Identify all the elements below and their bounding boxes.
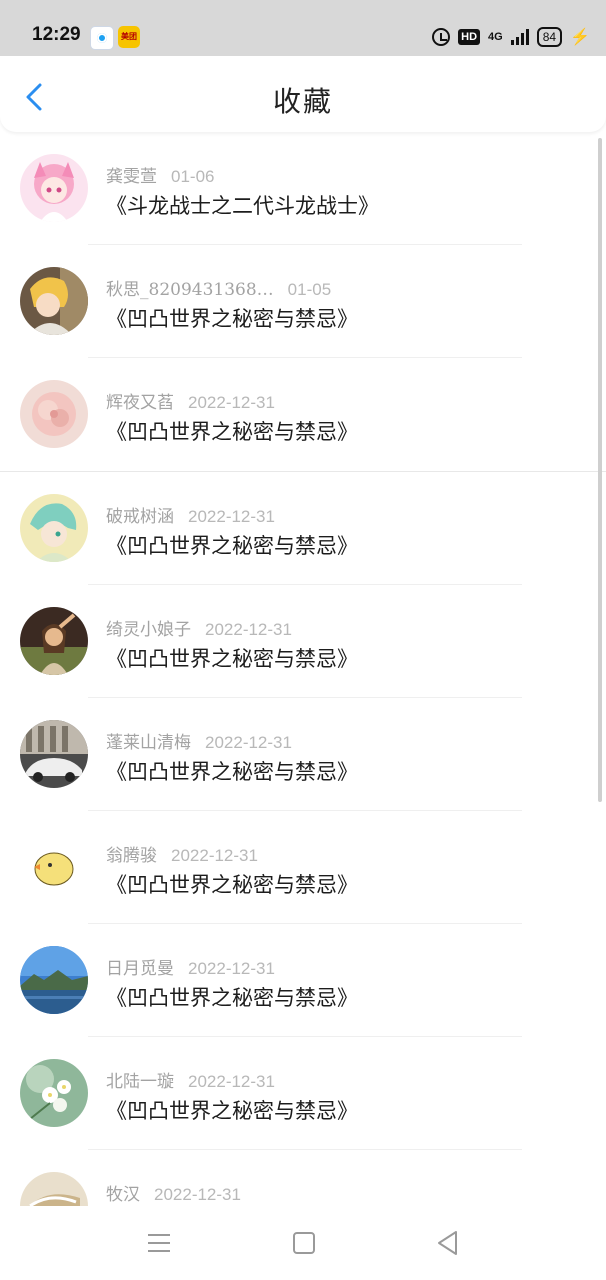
- favorite-date: 2022-12-31: [188, 959, 275, 978]
- list-item[interactable]: 翁腾骏 2022-12-31 《凹凸世界之秘密与禁忌》: [0, 811, 606, 924]
- username: 北陆一璇: [106, 1072, 174, 1092]
- user-meta: 辉夜又萏 2022-12-31: [106, 388, 275, 413]
- hd-icon: HD: [458, 29, 481, 45]
- page-title: 收藏: [272, 85, 333, 118]
- book-title[interactable]: 《凹凸世界之秘密与禁忌》: [106, 530, 358, 560]
- list-item[interactable]: 蓬莱山清梅 2022-12-31 《凹凸世界之秘密与禁忌》: [0, 698, 606, 811]
- list-item[interactable]: 北陆一璇 2022-12-31 《凹凸世界之秘密与禁忌》: [0, 1037, 606, 1150]
- user-meta: 蓬莱山清梅 2022-12-31: [106, 728, 292, 753]
- list-item[interactable]: 破戒树涵 2022-12-31 《凹凸世界之秘密与禁忌》: [0, 472, 606, 585]
- alarm-icon: [432, 28, 451, 46]
- book-title[interactable]: 《凹凸世界之秘密与禁忌》: [106, 303, 358, 333]
- battery-icon: 84: [536, 27, 563, 47]
- book-title[interactable]: 《凹凸世界之秘密与禁忌》: [106, 416, 358, 446]
- username: 秋思_8209431368…: [106, 280, 274, 300]
- username: 牧汉: [106, 1185, 140, 1205]
- username: 破戒树涵: [106, 507, 174, 527]
- scrollbar[interactable]: [598, 138, 602, 802]
- menu-icon[interactable]: [148, 1234, 170, 1252]
- status-time: 12:29: [32, 24, 81, 45]
- user-meta: 翁腾骏 2022-12-31: [106, 841, 258, 866]
- user-meta: 龚雯萱 01-06: [106, 162, 215, 187]
- list-item[interactable]: 牧汉 2022-12-31: [0, 1150, 606, 1206]
- avatar: [20, 833, 88, 901]
- avatar: [20, 720, 88, 788]
- favorite-date: 2022-12-31: [188, 393, 275, 412]
- avatar: [20, 267, 88, 335]
- status-icons: HD 4G 84 ⚡: [432, 26, 590, 48]
- avatar: [20, 607, 88, 675]
- list-item[interactable]: 辉夜又萏 2022-12-31 《凹凸世界之秘密与禁忌》: [0, 358, 606, 472]
- username: 辉夜又萏: [106, 393, 174, 413]
- username: 绮灵小娘子: [106, 620, 191, 640]
- user-meta: 秋思_8209431368… 01-05: [106, 275, 332, 300]
- avatar: [20, 494, 88, 562]
- username: 龚雯萱: [106, 167, 157, 187]
- user-meta: 破戒树涵 2022-12-31: [106, 502, 275, 527]
- network-type-label: 4G: [488, 31, 503, 43]
- book-title[interactable]: 《凹凸世界之秘密与禁忌》: [106, 1095, 358, 1125]
- signal-strength-icon: [510, 29, 529, 45]
- favorite-date: 01-06: [171, 167, 215, 186]
- user-meta: 绮灵小娘子 2022-12-31: [106, 615, 292, 640]
- username: 蓬莱山清梅: [106, 733, 191, 753]
- favorite-date: 2022-12-31: [205, 620, 292, 639]
- user-meta: 北陆一璇 2022-12-31: [106, 1067, 275, 1092]
- favorites-list[interactable]: 龚雯萱 01-06 《斗龙战士之二代斗龙战士》 秋思_8209431368… 01-…: [0, 132, 606, 1206]
- header-bar: 收藏: [0, 56, 606, 132]
- list-item[interactable]: 龚雯萱 01-06 《斗龙战士之二代斗龙战士》: [0, 132, 606, 245]
- book-title[interactable]: 《斗龙战士之二代斗龙战士》: [106, 190, 379, 220]
- favorite-date: 2022-12-31: [205, 733, 292, 752]
- avatar: [20, 154, 88, 222]
- system-nav-bar: [0, 1206, 606, 1280]
- nav-back-icon[interactable]: [436, 1230, 458, 1256]
- list-item[interactable]: 日月觅曼 2022-12-31 《凹凸世界之秘密与禁忌》: [0, 924, 606, 1037]
- username: 翁腾骏: [106, 846, 157, 866]
- favorite-date: 2022-12-31: [171, 846, 258, 865]
- favorite-date: 2022-12-31: [154, 1185, 241, 1204]
- avatar: [20, 380, 88, 448]
- charging-icon: ⚡: [570, 29, 590, 46]
- list-item[interactable]: 秋思_8209431368… 01-05 《凹凸世界之秘密与禁忌》: [0, 245, 606, 358]
- book-title[interactable]: 《凹凸世界之秘密与禁忌》: [106, 982, 358, 1012]
- avatar: [20, 946, 88, 1014]
- book-title[interactable]: 《凹凸世界之秘密与禁忌》: [106, 869, 358, 899]
- notification-app-icon: [90, 26, 114, 50]
- favorite-date: 2022-12-31: [188, 1072, 275, 1091]
- username: 日月觅曼: [106, 959, 174, 979]
- avatar: [20, 1172, 88, 1206]
- status-bar: 12:29 美团 HD 4G 84 ⚡: [0, 0, 606, 56]
- meituan-app-icon: 美团: [118, 26, 140, 48]
- avatar: [20, 1059, 88, 1127]
- favorite-date: 2022-12-31: [188, 507, 275, 526]
- home-icon[interactable]: [293, 1232, 315, 1254]
- book-title[interactable]: 《凹凸世界之秘密与禁忌》: [106, 643, 358, 673]
- book-title[interactable]: 《凹凸世界之秘密与禁忌》: [106, 756, 358, 786]
- user-meta: 牧汉 2022-12-31: [106, 1180, 241, 1205]
- favorite-date: 01-05: [287, 280, 332, 299]
- list-item[interactable]: 绮灵小娘子 2022-12-31 《凹凸世界之秘密与禁忌》: [0, 585, 606, 698]
- user-meta: 日月觅曼 2022-12-31: [106, 954, 275, 979]
